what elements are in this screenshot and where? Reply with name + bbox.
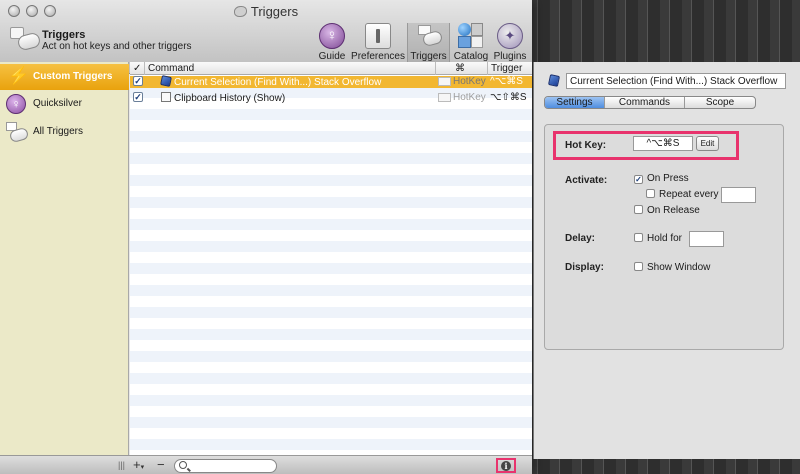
inspector-tabs: Settings Commands Scope	[544, 96, 756, 109]
guide-icon	[319, 23, 345, 49]
search-field[interactable]	[174, 459, 277, 473]
window-title-text: Triggers	[250, 4, 299, 19]
table-row[interactable]: ✓ Current Selection (Find With...) Stack…	[130, 75, 532, 88]
info-icon: i	[501, 461, 511, 471]
hotkey-type-icon	[438, 77, 451, 86]
trigger-name-field: Current Selection (Find With...) Stack O…	[566, 73, 786, 89]
toolbar-preferences-label: Preferences	[351, 51, 405, 62]
catalog-icon	[458, 23, 484, 49]
triggers-table: ✓ Command ⌘ Trigger ✓ Current Selection …	[130, 62, 532, 455]
row-trigger: ^⌥⌘S	[490, 76, 523, 87]
sidebar-item-label: All Triggers	[33, 126, 84, 137]
on-press-option[interactable]: ✓ On Press	[634, 173, 689, 184]
remove-trigger-button[interactable]: −	[157, 458, 165, 472]
sidebar-item-label: Quicksilver	[33, 98, 82, 109]
repeat-interval-input[interactable]	[721, 187, 756, 203]
display-label: Display:	[565, 262, 604, 273]
row-command: Current Selection (Find With...) Stack O…	[160, 75, 382, 88]
hold-for-label: Hold for	[647, 233, 683, 244]
on-press-label: On Press	[647, 173, 689, 184]
add-trigger-button[interactable]: +▾	[133, 458, 144, 474]
triggers-title-icon	[233, 6, 247, 17]
triggers-icon	[416, 23, 443, 49]
info-button[interactable]: i	[496, 458, 516, 473]
show-window-checkbox[interactable]	[634, 262, 643, 271]
tab-settings[interactable]: Settings	[545, 97, 605, 108]
column-header-command[interactable]: Command	[148, 63, 194, 74]
triggers-pane-icon	[10, 27, 42, 52]
on-release-checkbox[interactable]	[634, 205, 643, 214]
hotkey-field[interactable]: ^⌥⌘S	[633, 136, 693, 151]
table-header: ✓ Command ⌘ Trigger	[130, 62, 532, 75]
column-header-trigger[interactable]: Trigger	[491, 63, 522, 74]
add-trigger-label: +	[133, 457, 141, 472]
column-header-enabled[interactable]: ✓	[133, 63, 141, 74]
tab-scope[interactable]: Scope	[685, 97, 755, 108]
on-release-option[interactable]: On Release	[634, 205, 700, 216]
settings-box: Hot Key: ^⌥⌘S Edit Activate: ✓ On Press R…	[544, 124, 784, 350]
search-icon	[179, 461, 187, 469]
row-command: Clipboard History (Show)	[161, 92, 285, 104]
cube-icon	[547, 74, 561, 87]
triggers-icon	[6, 122, 30, 144]
window-title: Triggers	[0, 4, 532, 19]
sidebar-item-custom-triggers[interactable]: Custom Triggers	[0, 64, 129, 90]
column-header-type[interactable]: ⌘	[455, 63, 465, 74]
row-enabled-checkbox[interactable]: ✓	[133, 92, 143, 102]
sidebar: Custom Triggers Quicksilver All Triggers	[0, 62, 129, 455]
toolbar-guide-label: Guide	[318, 51, 346, 62]
sidebar-item-quicksilver[interactable]: Quicksilver	[0, 91, 129, 117]
trigger-inspector-panel: Current Selection (Find With...) Stack O…	[533, 62, 800, 459]
repeat-every-label: Repeat every	[659, 189, 719, 200]
plugins-icon	[497, 23, 523, 49]
row-type: HotKey	[453, 76, 486, 87]
repeat-every-option[interactable]: Repeat every	[646, 189, 718, 200]
cube-icon	[160, 75, 172, 87]
toolbar-plugins-label: Plugins	[493, 51, 527, 62]
row-command-text: Clipboard History (Show)	[174, 93, 286, 104]
sidebar-item-all-triggers[interactable]: All Triggers	[0, 119, 129, 145]
lightning-icon	[6, 66, 29, 87]
toolbar-triggers-label: Triggers	[410, 51, 447, 62]
bottom-bar: ||| +▾ − i	[0, 455, 532, 474]
row-trigger: ⌥⇧⌘S	[490, 92, 527, 103]
delay-label: Delay:	[565, 233, 596, 244]
activate-label: Activate:	[565, 175, 608, 186]
edit-hotkey-button[interactable]: Edit	[696, 136, 719, 151]
hold-for-checkbox[interactable]	[634, 233, 643, 242]
repeat-every-checkbox[interactable]	[646, 189, 655, 198]
table-body: ✓ Current Selection (Find With...) Stack…	[130, 75, 532, 455]
pane-heading: Triggers	[42, 29, 86, 41]
row-type: HotKey	[453, 92, 486, 103]
pane-description: Act on hot keys and other triggers	[42, 41, 192, 52]
hotkey-label: Hot Key:	[565, 140, 607, 151]
sidebar-item-label: Custom Triggers	[33, 71, 113, 82]
quicksilver-icon	[6, 94, 26, 114]
tab-commands[interactable]: Commands	[605, 97, 685, 108]
hold-for-option[interactable]: Hold for	[634, 233, 682, 244]
on-press-checkbox[interactable]: ✓	[634, 175, 643, 184]
row-command-text: Current Selection (Find With...) Stack O…	[174, 77, 382, 88]
row-enabled-checkbox[interactable]: ✓	[133, 76, 143, 86]
document-icon	[161, 92, 171, 102]
show-window-option[interactable]: Show Window	[634, 262, 710, 273]
preferences-icon	[365, 23, 391, 49]
toolbar-catalog-label: Catalog	[453, 51, 489, 62]
hotkey-type-icon	[438, 93, 451, 102]
table-row[interactable]: ✓ Clipboard History (Show) HotKey ⌥⇧⌘S	[130, 92, 532, 104]
on-release-label: On Release	[647, 205, 700, 216]
show-window-label: Show Window	[647, 262, 711, 273]
triggers-window: Triggers Triggers Act on hot keys and ot…	[0, 0, 532, 474]
hold-duration-input[interactable]	[689, 231, 724, 247]
resize-handle[interactable]: |||	[118, 458, 125, 472]
chevron-down-icon: ▾	[140, 464, 145, 471]
search-input[interactable]	[191, 460, 275, 472]
